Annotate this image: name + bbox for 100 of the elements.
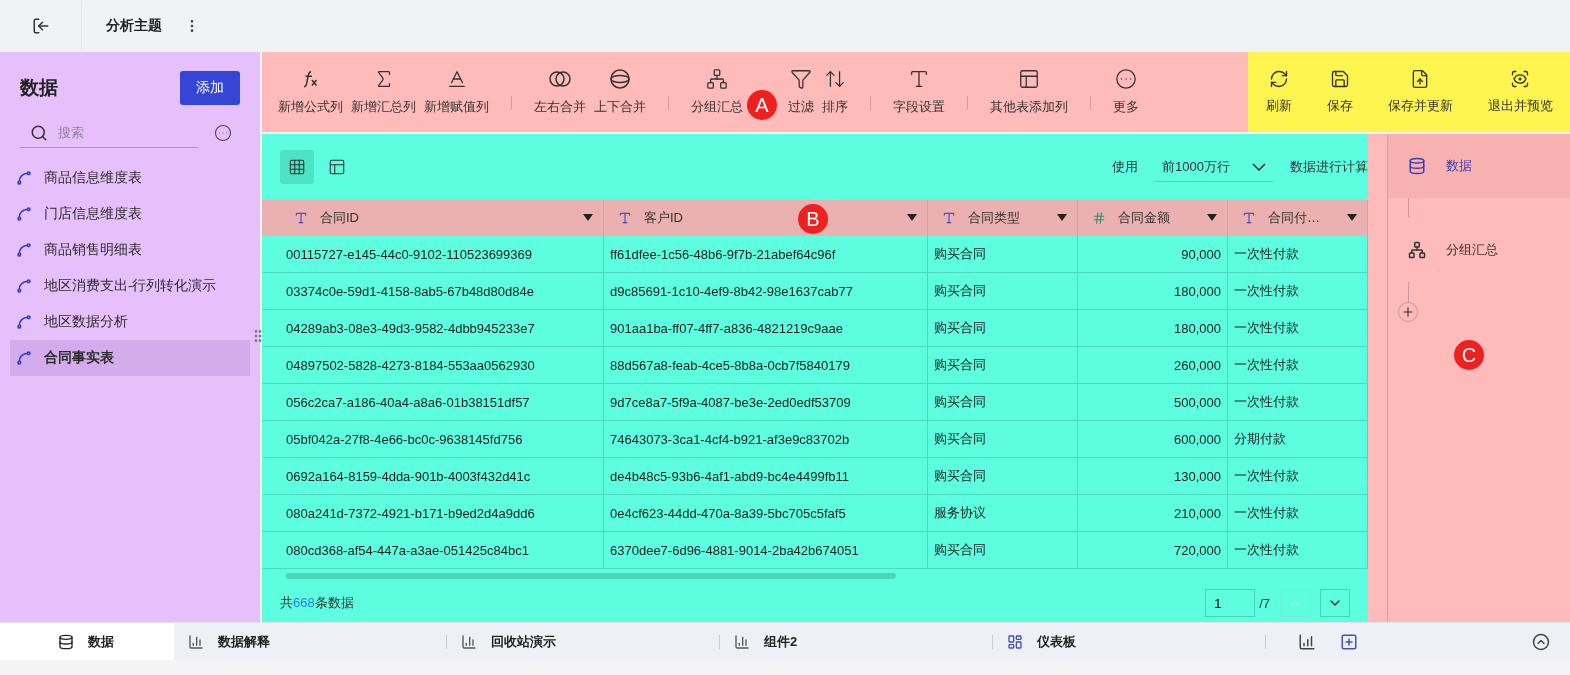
columns-icon	[1018, 68, 1040, 90]
table-cell: 6370dee7-6d96-4881-9014-2ba42b674051	[604, 532, 928, 568]
sheet-tab[interactable]: 回收站演示	[447, 622, 719, 661]
plus-icon	[1401, 305, 1415, 319]
action-button[interactable]: 退出并预览	[1485, 69, 1555, 115]
action-button[interactable]: 保存	[1324, 69, 1355, 115]
bar-chart-icon	[188, 633, 204, 650]
trend-line-icon	[16, 278, 32, 294]
grid-view-button[interactable]	[280, 150, 314, 184]
search-field[interactable]: 搜索	[56, 120, 186, 145]
page-input[interactable]: 1	[1205, 589, 1256, 617]
table-cell: 210,000	[1078, 495, 1228, 531]
table-cell: 9d7ce8a7-5f9a-4087-be3e-2ed0edf53709	[604, 384, 928, 420]
column-header[interactable]: 合同付…	[1268, 209, 1320, 227]
sheet-tab[interactable]: 数据	[0, 622, 174, 661]
flow-node[interactable]: 分组汇总	[1388, 218, 1570, 282]
more-icon	[214, 124, 232, 142]
table-cell: 500,000	[1078, 384, 1228, 420]
trend-line-icon	[16, 350, 32, 366]
plus-square-icon	[1340, 632, 1358, 651]
action-button[interactable]: 刷新	[1263, 69, 1294, 115]
toolbar-button[interactable]: 更多	[1111, 68, 1141, 116]
save-icon	[1329, 69, 1350, 89]
sort-icon	[824, 68, 846, 90]
sidebar-item[interactable]: 合同事实表	[10, 340, 250, 376]
options-button[interactable]	[212, 122, 234, 144]
sidebar-item[interactable]: 商品销售明细表	[10, 232, 250, 268]
row-limit-label: 数据进行计算	[1290, 158, 1368, 176]
table-cell: 04897502-5828-4273-8184-553aa0562930	[280, 347, 604, 383]
trend-line-icon	[16, 206, 32, 222]
table-cell: 260,000	[1078, 347, 1228, 383]
table-cell: de4b48c5-93b6-4af1-abd9-bc4e4499fb11	[604, 458, 928, 494]
text-type-icon	[942, 211, 956, 225]
sidebar-item[interactable]: 地区数据分析	[10, 304, 250, 340]
toolbar-button[interactable]: 过滤	[786, 68, 816, 116]
exit-icon	[31, 17, 50, 35]
add-button[interactable]: 添加	[180, 71, 240, 105]
flow-node[interactable]: 数据	[1388, 134, 1570, 198]
dropdown-icon[interactable]	[583, 214, 593, 222]
hierarchy-icon	[706, 68, 728, 90]
table-cell: 04289ab3-08e3-49d3-9582-4dbb945233e7	[280, 310, 604, 346]
sidebar-title: 数据	[20, 76, 58, 100]
page-title: 分析主题	[106, 17, 162, 35]
table-cell: 购买合同	[928, 273, 1078, 309]
table-cell: 00115727-e145-44c0-9102-110523699369	[280, 236, 604, 272]
column-header[interactable]: 合同类型	[968, 209, 1020, 227]
table-cell: 056c2ca7-a186-40a4-a8a6-01b38151df57	[280, 384, 604, 420]
layout-icon	[328, 158, 346, 176]
table-cell: 74643073-3ca1-4cf4-b921-af3e9c83702b	[604, 421, 928, 457]
annotation-marker: C	[1454, 340, 1484, 370]
toolbar-button[interactable]: 分组汇总	[689, 68, 745, 116]
next-page-button[interactable]	[1320, 589, 1350, 617]
text-type-icon	[618, 211, 632, 225]
dropdown-icon[interactable]	[907, 214, 917, 222]
dropdown-icon[interactable]	[1347, 214, 1357, 222]
table-cell: 购买合同	[928, 421, 1078, 457]
table-cell: 05bf042a-27f8-4e66-bc0c-9638145fd756	[280, 421, 604, 457]
sidebar-item[interactable]: 地区消费支出-行列转化演示	[10, 268, 250, 304]
column-header[interactable]: 合同ID	[320, 209, 359, 227]
text-type-icon	[1242, 211, 1256, 225]
dropdown-icon[interactable]	[1207, 214, 1217, 222]
sheet-tab[interactable]: 数据解释	[174, 622, 446, 661]
sheet-tab[interactable]: 仪表板	[993, 622, 1265, 661]
toolbar-button[interactable]: 新增公式列	[276, 68, 345, 116]
toolbar-button[interactable]: 排序	[820, 68, 850, 116]
table-cell: 720,000	[1078, 532, 1228, 568]
dropdown-icon[interactable]	[1057, 214, 1067, 222]
toolbar-button[interactable]: 左右合并	[532, 68, 588, 116]
table-cell: 080cd368-af54-447a-a3ae-051425c84bc1	[280, 532, 604, 568]
chevron-up-circle-icon	[1532, 632, 1550, 651]
column-header[interactable]: 合同金额	[1118, 209, 1170, 227]
stacked-circles-icon	[609, 68, 631, 90]
row-limit-select[interactable]: 前1000万行	[1154, 152, 1274, 182]
table-cell: 080a241d-7372-4921-b171-b9ed2d4a9dd6	[280, 495, 604, 531]
toolbar-button[interactable]: 字段设置	[891, 68, 947, 116]
toolbar-button[interactable]: 新增赋值列	[422, 68, 491, 116]
toolbar-button[interactable]: 新增汇总列	[349, 68, 418, 116]
table-cell: 购买合同	[928, 384, 1078, 420]
sidebar-item[interactable]: 商品信息维度表	[10, 160, 250, 196]
table-cell: 600,000	[1078, 421, 1228, 457]
action-button[interactable]: 保存并更新	[1385, 69, 1455, 115]
table-cell: 购买合同	[928, 532, 1078, 568]
dashboard-icon	[1007, 633, 1023, 650]
column-header[interactable]: 客户ID	[644, 209, 683, 227]
sheet-tab[interactable]: 组件2	[720, 622, 992, 661]
hierarchy-icon	[1408, 241, 1426, 259]
table-cell: 购买合同	[928, 458, 1078, 494]
scrollbar-thumb[interactable]	[286, 573, 896, 579]
row-limit-label: 使用	[1112, 158, 1139, 176]
text-type-icon	[908, 68, 930, 90]
grid-icon	[288, 158, 306, 176]
more-icon	[1115, 68, 1137, 90]
table-cell: 90,000	[1078, 236, 1228, 272]
bar-chart-icon	[734, 633, 750, 650]
bar-chart-icon	[461, 633, 477, 650]
toolbar-button[interactable]: 上下合并	[592, 68, 648, 116]
toolbar-button[interactable]: 其他表添加列	[988, 68, 1070, 116]
table-cell: d9c85691-1c10-4ef9-8b42-98e1637cab77	[604, 273, 928, 309]
sidebar-item[interactable]: 门店信息维度表	[10, 196, 250, 232]
table-cell: 服务协议	[928, 495, 1078, 531]
